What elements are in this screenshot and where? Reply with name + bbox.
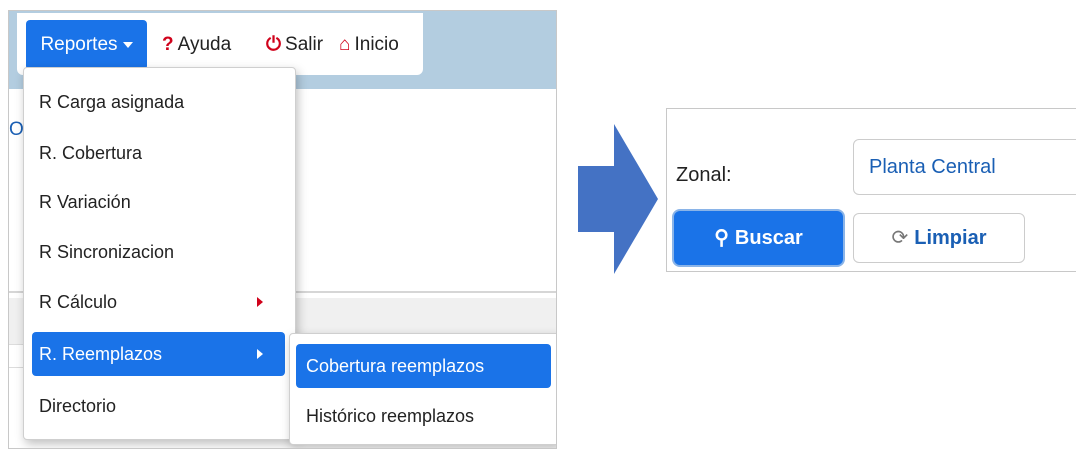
reportes-dropdown-button[interactable]: Reportes bbox=[26, 20, 147, 70]
zonal-value: Planta Central bbox=[869, 156, 996, 178]
caret-down-icon bbox=[122, 41, 133, 48]
power-icon: ⏻ bbox=[266, 34, 282, 55]
reports-menu-screenshot: Reportes ? Ayuda ⏻ Salir ⌂ Inicio O R Carga… bbox=[8, 10, 557, 449]
zonal-label: Zonal: bbox=[676, 164, 732, 186]
submenu-item-cobertura-reemplazos[interactable]: Cobertura reemplazos bbox=[296, 344, 551, 388]
caret-right-icon bbox=[257, 297, 263, 307]
question-mark-icon: ? bbox=[162, 34, 174, 55]
menu-item-cobertura[interactable]: R. Cobertura bbox=[32, 131, 285, 175]
reportes-label: Reportes bbox=[40, 34, 118, 55]
top-navbar: Reportes ? Ayuda ⏻ Salir ⌂ Inicio bbox=[17, 13, 423, 75]
home-label: Inicio bbox=[354, 34, 399, 55]
zonal-select[interactable]: Planta Central bbox=[853, 139, 1076, 195]
reportes-dropdown-menu: R Carga asignada R. Cobertura R Variació… bbox=[23, 67, 296, 440]
menu-item-reemplazos[interactable]: R. Reemplazos bbox=[32, 332, 285, 376]
menu-item-calculo[interactable]: R Cálculo bbox=[32, 280, 285, 324]
home-icon: ⌂ bbox=[339, 34, 351, 55]
exit-label: Salir bbox=[285, 34, 324, 55]
clear-button[interactable]: ⟳ Limpiar bbox=[853, 213, 1025, 263]
menu-item-sincronizacion[interactable]: R Sincronizacion bbox=[32, 230, 285, 274]
menu-item-variacion[interactable]: R Variación bbox=[32, 180, 285, 224]
search-button[interactable]: ⚲ Buscar bbox=[674, 211, 843, 265]
clear-label: Limpiar bbox=[914, 227, 987, 249]
filter-form-screenshot: Zonal: Planta Central ⚲ Buscar ⟳ Limpiar bbox=[666, 108, 1076, 272]
home-link[interactable]: ⌂ Inicio bbox=[339, 20, 399, 70]
right-arrow-icon bbox=[578, 124, 658, 274]
menu-item-carga-asignada[interactable]: R Carga asignada bbox=[32, 80, 285, 124]
refresh-icon: ⟳ bbox=[891, 227, 909, 249]
help-label: Ayuda bbox=[177, 34, 232, 55]
help-link[interactable]: ? Ayuda bbox=[162, 20, 231, 70]
search-icon: ⚲ bbox=[714, 227, 729, 249]
caret-right-icon bbox=[257, 349, 263, 359]
exit-link[interactable]: ⏻ Salir bbox=[266, 20, 323, 70]
reemplazos-submenu: Cobertura reemplazos Histórico reemplazo… bbox=[289, 333, 556, 445]
submenu-item-historico-reemplazos[interactable]: Histórico reemplazos bbox=[296, 394, 551, 438]
background-partial-text: O bbox=[9, 119, 24, 140]
search-label: Buscar bbox=[734, 227, 803, 249]
menu-item-directorio[interactable]: Directorio bbox=[32, 384, 285, 428]
